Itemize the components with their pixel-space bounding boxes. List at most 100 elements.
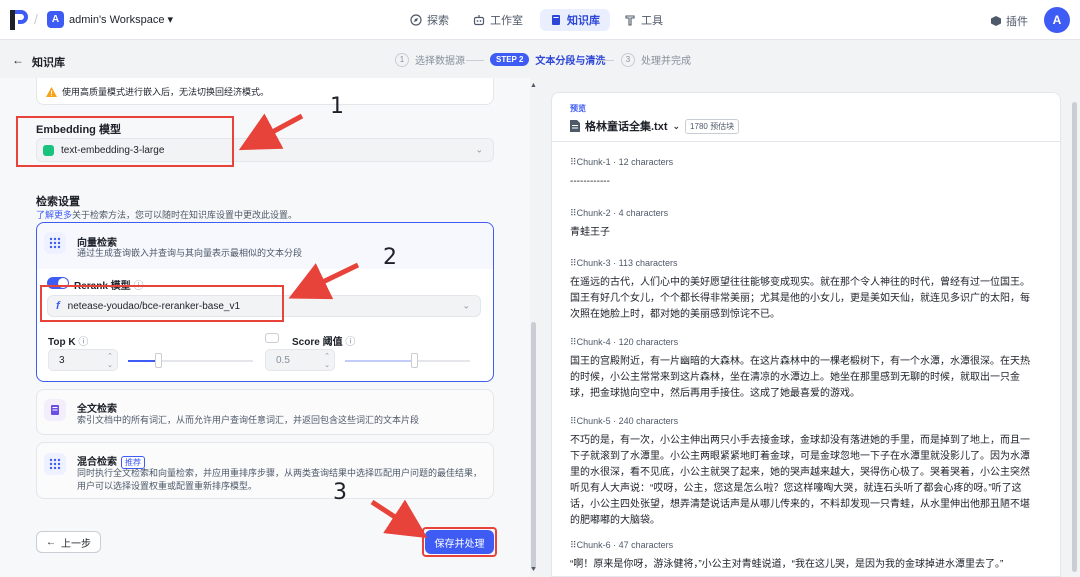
robot-icon [473, 15, 485, 26]
chevron-down-icon: ▾ [167, 14, 174, 26]
chunk-content: 在遥远的古代，人们心中的美好愿望往往能够变成现实。就在那个令人神往的时代，曾经有… [570, 275, 1047, 323]
chunk-line: 里的水很深，看不见底，小公主就哭了起来，她的哭声越来越大，哭得伤心极了。哭着哭着… [570, 467, 1030, 478]
previous-step-label: 上一步 [61, 538, 91, 550]
nav-studio[interactable]: 工作室 [463, 9, 533, 31]
workspace-avatar[interactable]: A [47, 11, 64, 28]
nav-studio-label: 工作室 [490, 15, 523, 27]
chunk-line: 不巧的是，有一次，小公主伸出两只小手去接金球，金球却没有落进她的手里，而是掉到了… [570, 435, 1030, 446]
page-title: 知识库 [32, 57, 65, 69]
score-threshold-input[interactable]: 0.5 ⌃ ⌄ [265, 349, 335, 371]
topk-slider[interactable] [128, 353, 253, 368]
left-scrollbar[interactable] [531, 322, 536, 570]
nav-knowledge-label: 知识库 [567, 15, 600, 27]
chunk-line: 青蛙王子 [570, 227, 610, 238]
user-avatar[interactable]: A [1044, 7, 1070, 33]
chunk-line: 的时候，小公主常常来到这片森林，坐在清凉的水潭边上。她坐在那里感到无聊的时候，就… [570, 372, 1020, 383]
previous-step-button[interactable]: ← 上一步 [36, 531, 101, 553]
annotation-number-1: 1 [330, 94, 344, 119]
step-3-number: 3 [621, 52, 635, 67]
nav-tools-label: 工具 [641, 15, 663, 27]
plugin-button[interactable]: 插件 [990, 13, 1028, 29]
annotation-box-1 [16, 116, 234, 167]
help-icon: ⓘ [78, 337, 89, 348]
retrieval-settings-hint: 关于检索方法，您可以随时在知识库设置中更改此设置。 [72, 210, 298, 220]
chunk-count-badge: 1780 预估块 [685, 118, 740, 134]
chunk-header: ⠿Chunk-4 · 120 characters [570, 337, 679, 347]
learn-more-link[interactable]: 了解更多 [36, 210, 72, 220]
score-threshold-slider[interactable] [345, 353, 470, 368]
step-1: 1 选择数据源 [395, 52, 465, 67]
hybrid-search-icon [44, 453, 66, 475]
chunk-line: 在遥远的古代，人们心中的美好愿望往往能够变成现实。就在那个令人神往的时代，曾经有… [570, 277, 1030, 288]
chunk-line: 的肥嘟嘟的大脑袋。 [570, 515, 660, 526]
compass-icon [410, 14, 422, 26]
step-2-label: 文本分段与清洗 [535, 56, 606, 67]
chunk-content: “啊！原来是你呀，游泳健将，”小公主对青蛙说道，“我在这儿哭，是因为我的金球掉进… [570, 557, 1047, 573]
annotation-number-2: 2 [383, 245, 397, 270]
workspace-name: admin's Workspace [69, 14, 165, 26]
annotation-box-3 [422, 527, 497, 557]
preview-file-name: 格林童话全集.txt [585, 121, 668, 133]
cube-icon [991, 16, 1001, 26]
chevron-down-icon: ⌄ [672, 120, 681, 131]
workspace-switcher[interactable]: admin's Workspace ▾ [69, 13, 173, 26]
stepper-icon[interactable]: ⌃ ⌄ [107, 352, 113, 370]
step-connector [600, 60, 614, 61]
chunk-line: 国王的宫殿附近，有一片幽暗的大森林。在这片森林中的一棵老椴树下，有一个水潭，水潭… [570, 356, 1030, 367]
chunk-line: 下子就滚到了水潭里。小公主两眼紧紧地盯着金球，可是金球忽地一下子在水潭里就没影儿… [570, 451, 1030, 462]
plugin-label: 插件 [1006, 16, 1028, 28]
annotation-number-3: 3 [333, 480, 347, 505]
chunk-header: ⠿Chunk-1 · 12 characters [570, 157, 674, 167]
topk-slider-handle[interactable] [155, 353, 162, 368]
step-1-label: 选择数据源 [415, 56, 465, 67]
annotation-box-2 [40, 285, 284, 322]
retrieval-settings-title: 检索设置 [36, 196, 80, 208]
preview-divider [552, 141, 1060, 142]
scroll-down-icon[interactable]: ▼ [530, 566, 537, 573]
vector-search-icon [44, 232, 66, 254]
score-threshold-label: Score 阈值 ⓘ [292, 333, 355, 348]
step-2-pill: STEP 2 [490, 53, 530, 66]
score-threshold-value: 0.5 [276, 354, 290, 366]
warning-icon [46, 86, 57, 97]
topk-input[interactable]: 3 ⌃ ⌄ [48, 349, 118, 371]
file-icon [570, 120, 580, 132]
fulltext-search-icon [44, 399, 66, 421]
vector-search-desc: 通过生成查询嵌入并查询与其向量表示最相似的文本分段 [77, 248, 303, 258]
chunk-line: ------------ [570, 176, 610, 187]
scroll-up-icon[interactable]: ▲ [530, 82, 537, 89]
nav-knowledge[interactable]: 知识库 [540, 9, 610, 31]
chunk-header: ⠿Chunk-3 · 113 characters [570, 258, 678, 268]
chunk-line: 听见有人大声说：“哎呀，公主，您这是怎么啦？您这样嚎啕大哭，就连石头听了都会心疼… [570, 483, 1022, 494]
nav-explore[interactable]: 探索 [400, 9, 459, 31]
step-connector [466, 60, 484, 61]
chunk-line: “啊！原来是你呀，游泳健将，”小公主对青蛙说道，“我在这儿哭，是因为我的金球掉进… [570, 559, 1004, 570]
topk-slider-fill [128, 360, 158, 362]
dify-logo-icon[interactable] [10, 10, 28, 30]
breadcrumb-separator: / [34, 11, 38, 27]
chunk-line: 球，把金球抛向空中，然后再用手接住。这成了她最喜爱的游戏。 [570, 388, 860, 399]
chunk-content: ------------ [570, 174, 1047, 190]
back-arrow-icon[interactable]: ← [12, 53, 24, 67]
nav-tools[interactable]: 工具 [614, 9, 673, 31]
chunk-line: 话，小公主四处张望，想弄清楚说话声是从哪儿传来的，不料却发现一只青蛙，从水里伸出… [570, 499, 1030, 510]
chunk-header: ⠿Chunk-2 · 4 characters [570, 208, 669, 218]
score-threshold-toggle[interactable] [265, 333, 279, 343]
step-3: 3 处理并完成 [621, 52, 691, 67]
warning-notice: 使用高质量模式进行嵌入后，无法切换回经济模式。 [46, 85, 269, 98]
score-slider-handle[interactable] [410, 353, 418, 368]
chevron-down-icon: ⌄ [475, 144, 483, 155]
fulltext-search-title: 全文检索 [77, 404, 117, 415]
preview-label: 预览 [570, 104, 586, 113]
hybrid-search-desc-2: 用户可以选择设置权重或配置重新排序模型。 [77, 481, 258, 491]
stepper-icon[interactable]: ⌃ ⌄ [324, 352, 330, 370]
hybrid-search-desc: 同时执行全文检索和向量检索，并应用重排序步骤，从两类查询结果中选择匹配用户问题的… [77, 468, 483, 478]
book-icon [552, 15, 560, 25]
chunk-line: 次照在她脸上时，都对她的美丽感到惊诧不已。 [570, 309, 780, 320]
step-2: STEP 2 文本分段与清洗 [490, 52, 605, 67]
score-slider-fill [345, 360, 414, 362]
chevron-down-icon: ⌄ [462, 300, 470, 311]
right-scrollbar[interactable] [1072, 102, 1077, 572]
preview-file-selector[interactable]: 格林童话全集.txt ⌄ 1780 预估块 [570, 118, 740, 134]
chunk-line: 国王有好几个女儿，个个都长得非常美丽；尤其是他的小女儿，更是美如天仙，就连见多识… [570, 293, 1030, 304]
